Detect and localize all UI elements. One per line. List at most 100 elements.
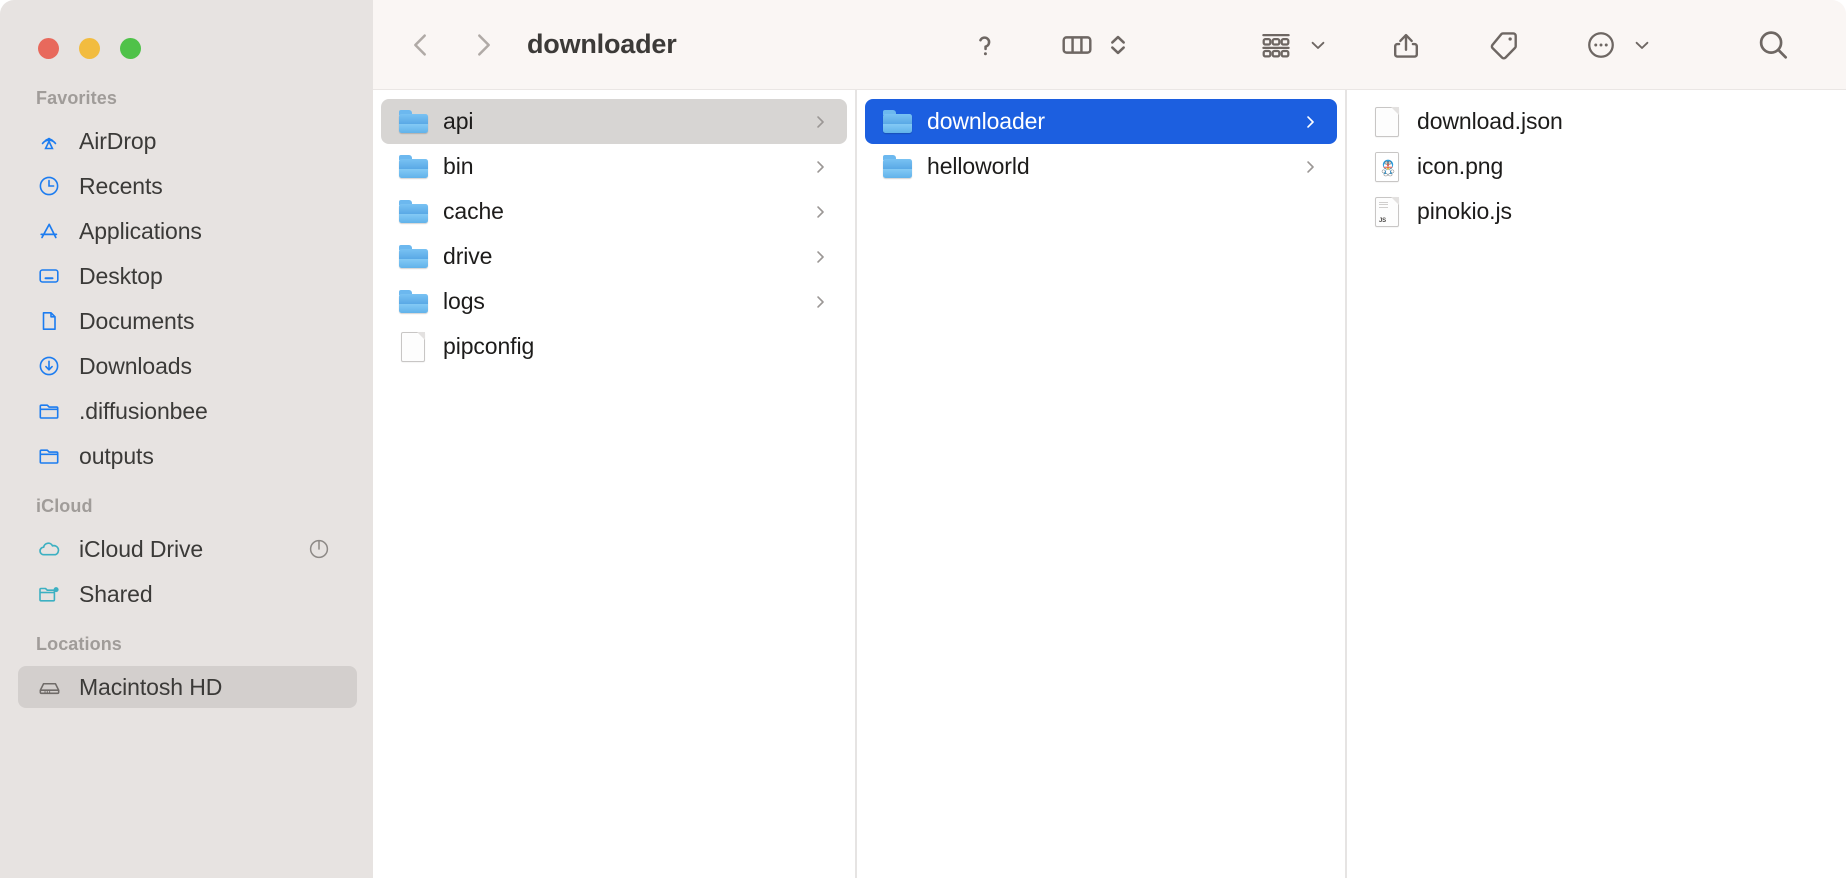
sidebar-item-label: Downloads [79,353,192,380]
airdrop-icon [36,128,62,154]
list-item[interactable]: icon.png [1355,144,1838,189]
chevron-down-icon[interactable] [1302,33,1334,57]
sidebar-item-recents[interactable]: Recents [18,165,357,207]
list-item[interactable]: downloader [865,99,1337,144]
list-item-label: bin [443,153,473,180]
desktop-icon [36,263,62,289]
forward-button[interactable] [463,25,503,65]
sidebar-item-label: .diffusionbee [79,398,208,425]
navigation-buttons [401,25,503,65]
ellipsis-circle-icon[interactable] [1576,17,1626,73]
sidebar-section-favorites: Favorites [0,66,373,117]
folder-icon [398,152,428,182]
close-window-button[interactable] [38,38,59,59]
view-stepper-button[interactable] [1104,17,1132,73]
list-item[interactable]: helloworld [865,144,1337,189]
file-icon [398,332,428,362]
list-item-label: logs [443,288,485,315]
sidebar-item-icloud-drive[interactable]: iCloud Drive [18,528,357,570]
list-item-label: api [443,108,473,135]
file-icon [1372,107,1402,137]
toolbar-actions [960,0,1846,90]
sidebar-item-label: iCloud Drive [79,536,203,563]
document-icon [36,308,62,334]
folder-icon [398,107,428,137]
shared-folder-icon [36,581,62,607]
folder-icon [398,197,428,227]
right-pane: downloader [373,0,1846,878]
list-item-label: cache [443,198,504,225]
clock-icon [36,173,62,199]
list-item[interactable]: logs [381,279,847,324]
maximize-window-button[interactable] [120,38,141,59]
sidebar-section-icloud: iCloud [0,480,373,525]
column-2: downloader helloworld [857,90,1347,878]
sidebar-item-desktop[interactable]: Desktop [18,255,357,297]
group-by-control[interactable] [1250,17,1334,73]
column-3: download.json [1347,90,1846,878]
chevron-right-icon [811,158,829,176]
folder-icon [882,152,912,182]
chevron-right-icon [811,248,829,266]
help-button[interactable] [960,17,1010,73]
list-item-label: pipconfig [443,333,534,360]
sidebar-item-documents[interactable]: Documents [18,300,357,342]
list-item[interactable]: pipconfig [381,324,847,369]
column-browser: api bin [373,90,1846,878]
list-item[interactable]: api [381,99,847,144]
sidebar-section-locations: Locations [0,618,373,663]
tag-button[interactable] [1478,17,1530,73]
share-button[interactable] [1380,17,1432,73]
chevron-down-icon[interactable] [1626,33,1658,57]
chevron-right-icon [1301,158,1319,176]
hard-drive-icon [36,674,62,700]
list-item-label: pinokio.js [1417,198,1512,225]
minimize-window-button[interactable] [79,38,100,59]
list-item-label: download.json [1417,108,1563,135]
folder-icon [36,398,62,424]
search-button[interactable] [1746,17,1800,73]
sidebar-item-airdrop[interactable]: AirDrop [18,120,357,162]
sidebar-item-diffusionbee[interactable]: .diffusionbee [18,390,357,432]
folder-icon [36,443,62,469]
list-item-label: icon.png [1417,153,1503,180]
group-by-icon[interactable] [1250,17,1302,73]
toolbar: downloader [373,0,1846,90]
list-item[interactable]: bin [381,144,847,189]
column-view-icon[interactable] [1050,17,1104,73]
list-item[interactable]: drive [381,234,847,279]
javascript-file-icon: JS [1372,197,1402,227]
list-item-label: drive [443,243,492,270]
sidebar-item-label: outputs [79,443,154,470]
chevron-right-icon [811,113,829,131]
applications-icon [36,218,62,244]
sidebar-item-downloads[interactable]: Downloads [18,345,357,387]
sidebar-item-label: Recents [79,173,163,200]
list-item-label: downloader [927,108,1045,135]
sidebar-item-label: Documents [79,308,194,335]
list-item[interactable]: download.json [1355,99,1838,144]
chevron-right-icon [811,293,829,311]
chevron-right-icon [1301,113,1319,131]
image-thumbnail-icon [1372,152,1402,182]
sidebar: Favorites AirDrop Recents [0,0,373,878]
back-button[interactable] [401,25,441,65]
folder-icon [398,287,428,317]
folder-icon [882,107,912,137]
sidebar-item-shared[interactable]: Shared [18,573,357,615]
sidebar-item-applications[interactable]: Applications [18,210,357,252]
sidebar-item-label: Applications [79,218,202,245]
sidebar-item-outputs[interactable]: outputs [18,435,357,477]
folder-icon [398,242,428,272]
list-item[interactable]: cache [381,189,847,234]
sync-progress-icon[interactable] [307,537,331,561]
list-item[interactable]: JS pinokio.js [1355,189,1838,234]
column-1: api bin [373,90,857,878]
cloud-icon [36,536,62,562]
sidebar-item-macintosh-hd[interactable]: Macintosh HD [18,666,357,708]
more-actions-control[interactable] [1576,17,1658,73]
sidebar-item-label: Desktop [79,263,163,290]
sidebar-item-label: AirDrop [79,128,156,155]
list-item-label: helloworld [927,153,1030,180]
sidebar-item-label: Shared [79,581,153,608]
